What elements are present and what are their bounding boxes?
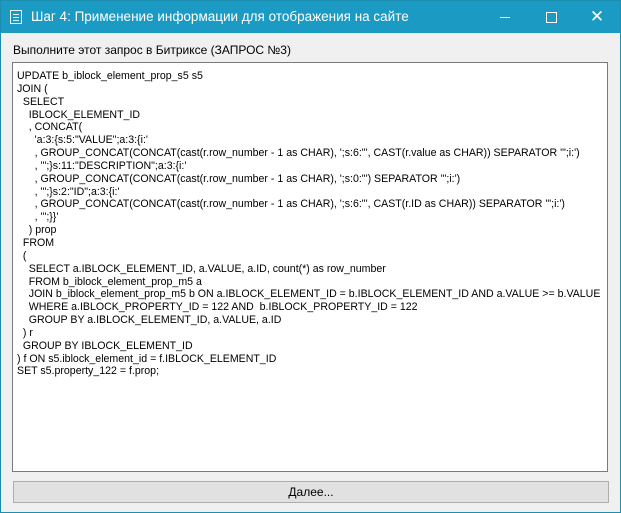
- window-title: Шаг 4: Применение информации для отображ…: [31, 9, 409, 24]
- title-bar[interactable]: Шаг 4: Применение информации для отображ…: [1, 1, 620, 33]
- close-icon: ✕: [589, 6, 605, 27]
- minimize-button[interactable]: [482, 1, 528, 33]
- minimize-icon: [500, 16, 510, 18]
- next-button[interactable]: Далее...: [13, 481, 609, 503]
- app-icon: [10, 10, 22, 24]
- close-button[interactable]: ✕: [574, 1, 620, 33]
- maximize-button[interactable]: [528, 1, 574, 33]
- maximize-icon: [545, 11, 557, 23]
- instruction-label: Выполните этот запрос в Битриксе (ЗАПРОС…: [13, 43, 291, 57]
- dialog-window: Шаг 4: Применение информации для отображ…: [0, 0, 621, 513]
- sql-query-text[interactable]: UPDATE b_iblock_element_prop_s5 s5 JOIN …: [13, 63, 607, 378]
- sql-textbox[interactable]: UPDATE b_iblock_element_prop_s5 s5 JOIN …: [12, 62, 608, 472]
